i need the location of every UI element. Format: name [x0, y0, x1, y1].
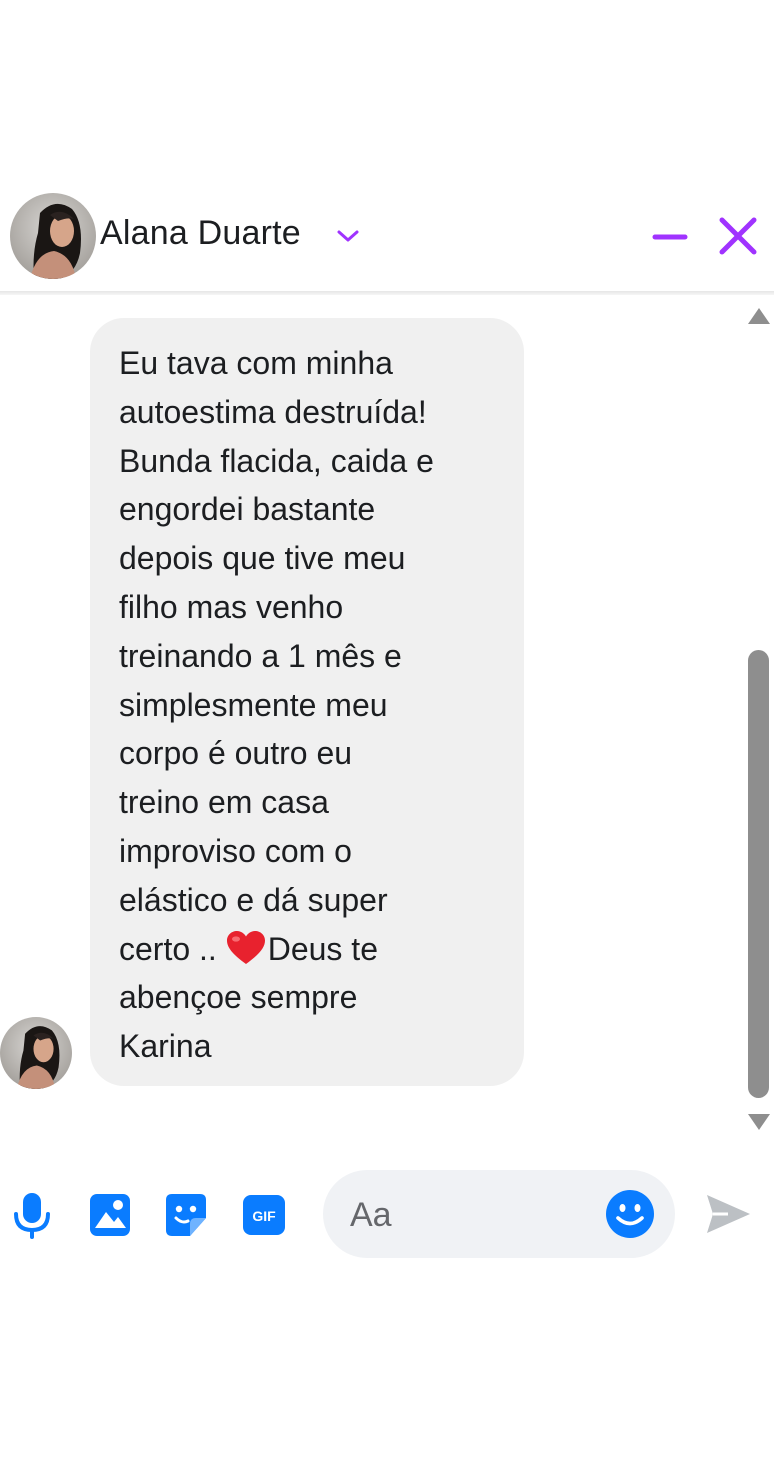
message-line: engordei bastante [119, 491, 376, 528]
emoji-icon [606, 1190, 654, 1238]
header-divider [0, 291, 774, 295]
sender-avatar[interactable] [0, 1017, 72, 1089]
message-line: autoestima destruída! [119, 393, 427, 430]
emoji-button[interactable] [605, 1189, 655, 1239]
message-line: improviso com o [119, 832, 352, 869]
microphone-icon [14, 1193, 50, 1239]
message-line: Bunda flacida, caida e [119, 442, 434, 479]
scroll-down-arrow[interactable] [747, 1112, 771, 1132]
gif-icon: GIF [243, 1195, 285, 1235]
attach-image-button[interactable] [86, 1190, 134, 1240]
message-line-part: Deus te [267, 930, 378, 967]
minimize-button[interactable] [650, 220, 690, 254]
minimize-icon [652, 234, 688, 240]
send-icon [707, 1195, 750, 1233]
message-line: treinando a 1 mês e [119, 637, 402, 674]
scrollbar-thumb[interactable] [748, 650, 769, 1098]
message-line: Eu tava com minha [119, 345, 393, 381]
message-input[interactable] [350, 1192, 590, 1238]
message-line: corpo é outro eu [119, 735, 353, 772]
contact-avatar[interactable] [10, 193, 96, 279]
send-button[interactable] [704, 1190, 752, 1238]
image-icon [90, 1194, 130, 1236]
gif-button[interactable]: GIF [240, 1190, 288, 1240]
contact-name[interactable]: Alana Duarte [100, 214, 301, 253]
message-line-part: certo .. [119, 930, 226, 967]
message-line: elástico e dá super [119, 881, 388, 918]
message-line: depois que tive meu [119, 540, 406, 577]
sticker-icon [166, 1194, 206, 1236]
chevron-down-icon[interactable] [334, 226, 362, 246]
heart-emoji-icon [226, 930, 265, 964]
gif-label: GIF [252, 1208, 276, 1224]
message-line: abençoe sempre [119, 979, 358, 1016]
voice-clip-button[interactable] [8, 1190, 56, 1240]
message-line: Karina [119, 1028, 212, 1065]
message-line-with-heart: certo .. Deus te [119, 925, 499, 974]
message-line: filho mas venho [119, 588, 344, 625]
close-icon [719, 217, 757, 255]
close-button[interactable] [716, 214, 760, 258]
message-line: treino em casa [119, 784, 329, 821]
scroll-up-arrow[interactable] [747, 306, 771, 326]
message-line: simplesmente meu [119, 686, 388, 723]
message-text: Eu tava com minha autoestima destruída! … [119, 339, 499, 1071]
sticker-button[interactable] [162, 1190, 210, 1240]
chat-window: Alana Duarte Eu tava com minha autoestim… [0, 0, 774, 1462]
